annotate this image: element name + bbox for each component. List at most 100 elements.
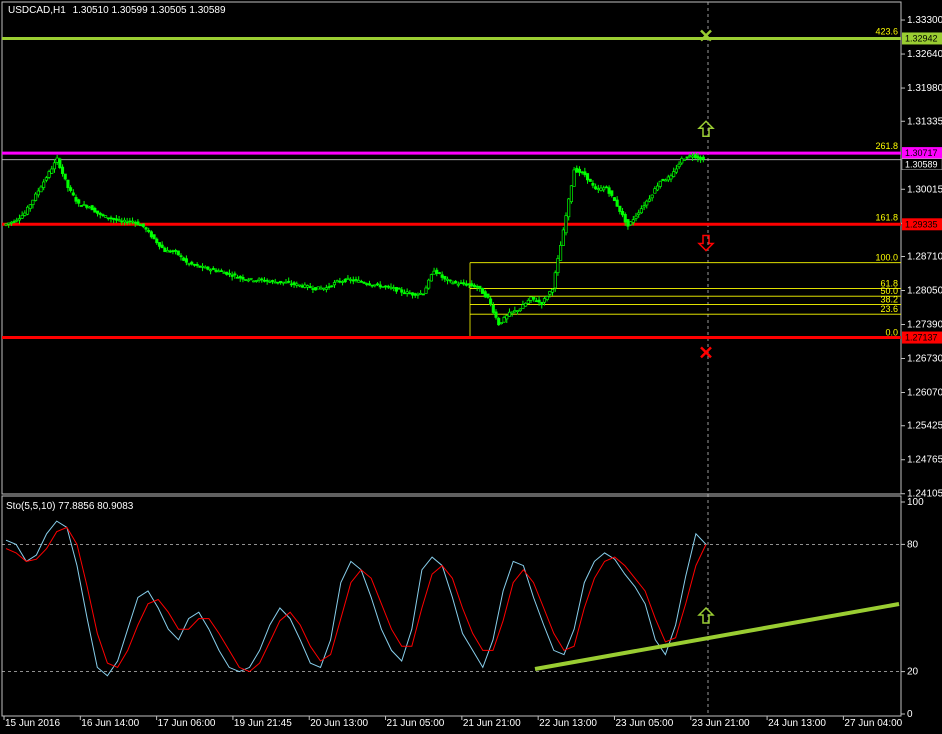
candle-body xyxy=(279,280,283,284)
candle-body xyxy=(85,205,89,208)
candle-body xyxy=(545,296,549,300)
candle-body xyxy=(559,245,563,261)
candle-body xyxy=(534,300,538,302)
candle-body xyxy=(491,305,495,313)
time-tick-label: 17 Jun 06:00 xyxy=(158,718,216,729)
candle-body xyxy=(362,281,366,284)
candle-body xyxy=(112,217,116,220)
candle-body xyxy=(230,274,234,277)
candle-body xyxy=(666,176,670,181)
candle-body xyxy=(637,212,641,215)
candle-body xyxy=(607,187,611,194)
candle-body xyxy=(572,169,576,187)
candle-body xyxy=(629,221,633,226)
candle-body xyxy=(338,280,342,283)
candle-body xyxy=(494,311,498,318)
candle-body xyxy=(669,175,673,180)
candle-body xyxy=(464,283,468,286)
cross-marker xyxy=(700,346,712,359)
stoch-signal-line xyxy=(5,526,707,673)
candle-body xyxy=(375,283,380,286)
candle-body xyxy=(31,199,35,206)
candle-body xyxy=(233,273,237,276)
candle-body xyxy=(459,282,463,285)
horizontal-line-label: 261.8 xyxy=(875,141,898,151)
candle-body xyxy=(63,173,67,180)
candle-body xyxy=(540,301,544,306)
candle-body xyxy=(454,280,458,284)
candle-body xyxy=(308,286,312,289)
price-tick-label: 1.24765 xyxy=(907,455,942,466)
candle-body xyxy=(192,263,197,266)
candle-body xyxy=(109,217,113,220)
candle-body xyxy=(378,284,382,288)
candle-body xyxy=(179,255,183,258)
candle-body xyxy=(58,158,62,169)
horizontal-lines[interactable]: 423.6 261.8 161.8 xyxy=(2,26,901,340)
candle-body xyxy=(346,277,350,280)
stoch-tick-label: 100 xyxy=(907,497,924,508)
candle-body xyxy=(693,154,697,159)
candle-body xyxy=(400,289,404,293)
candle-body xyxy=(71,192,75,196)
candle-body xyxy=(696,155,700,159)
candle-body xyxy=(690,155,695,158)
candle-body xyxy=(591,182,595,186)
price-tick-label: 1.30015 xyxy=(907,184,942,195)
candle-body xyxy=(521,304,525,309)
candle-body xyxy=(682,158,687,161)
candle-body xyxy=(505,315,509,320)
candle-body xyxy=(677,163,681,168)
candle-body xyxy=(661,178,665,181)
time-tick-label: 19 Jun 21:45 xyxy=(234,718,292,729)
candle-body xyxy=(254,280,258,282)
candle-body xyxy=(155,238,159,244)
candle-body xyxy=(235,276,240,279)
fib-level-label: 23.6 xyxy=(880,304,898,314)
candle-body xyxy=(98,212,102,215)
candle-body xyxy=(133,221,137,224)
candle-body xyxy=(483,291,487,298)
candle-body xyxy=(297,284,302,287)
candle-body xyxy=(486,293,490,298)
candle-body xyxy=(397,287,401,290)
candle-body xyxy=(529,296,533,301)
candle-body xyxy=(462,282,466,285)
candle-body xyxy=(392,287,396,290)
candle-body xyxy=(604,186,608,189)
chart-canvas[interactable]: 100.061.850.038.223.60.0 423.6261.8161.8… xyxy=(0,0,942,734)
candle-body xyxy=(141,223,145,227)
candle-body xyxy=(316,286,320,290)
fibonacci-levels[interactable]: 100.061.850.038.223.60.0 xyxy=(469,253,901,338)
candle-body xyxy=(437,272,442,274)
candle-body xyxy=(330,285,334,288)
candle-body xyxy=(144,227,148,230)
candle-body xyxy=(685,156,689,159)
candle-body xyxy=(585,173,590,181)
candle-body xyxy=(550,289,555,293)
candle-body xyxy=(448,279,452,282)
candle-body xyxy=(125,221,129,224)
candle-body xyxy=(373,284,377,287)
candle-body xyxy=(394,286,398,292)
time-tick-label: 23 Jun 05:00 xyxy=(615,718,673,729)
candle-body xyxy=(515,310,520,313)
candle-body xyxy=(370,284,374,287)
candle-body xyxy=(367,283,372,286)
candle-body xyxy=(152,234,156,240)
candle-body xyxy=(20,214,24,219)
candle-body xyxy=(246,279,250,282)
candle-body xyxy=(542,298,547,303)
candle-body xyxy=(187,262,191,265)
candle-body xyxy=(701,156,705,160)
candle-body xyxy=(384,285,388,288)
grid-lines xyxy=(2,2,901,716)
candle-body xyxy=(276,281,280,284)
candle-body xyxy=(17,218,22,221)
candle-body xyxy=(421,293,425,296)
candle-body xyxy=(561,229,565,246)
price-tick-label: 1.28050 xyxy=(907,286,942,297)
stochastic-pane xyxy=(1,495,902,717)
candle-body xyxy=(157,242,162,247)
candle-body xyxy=(241,276,245,280)
